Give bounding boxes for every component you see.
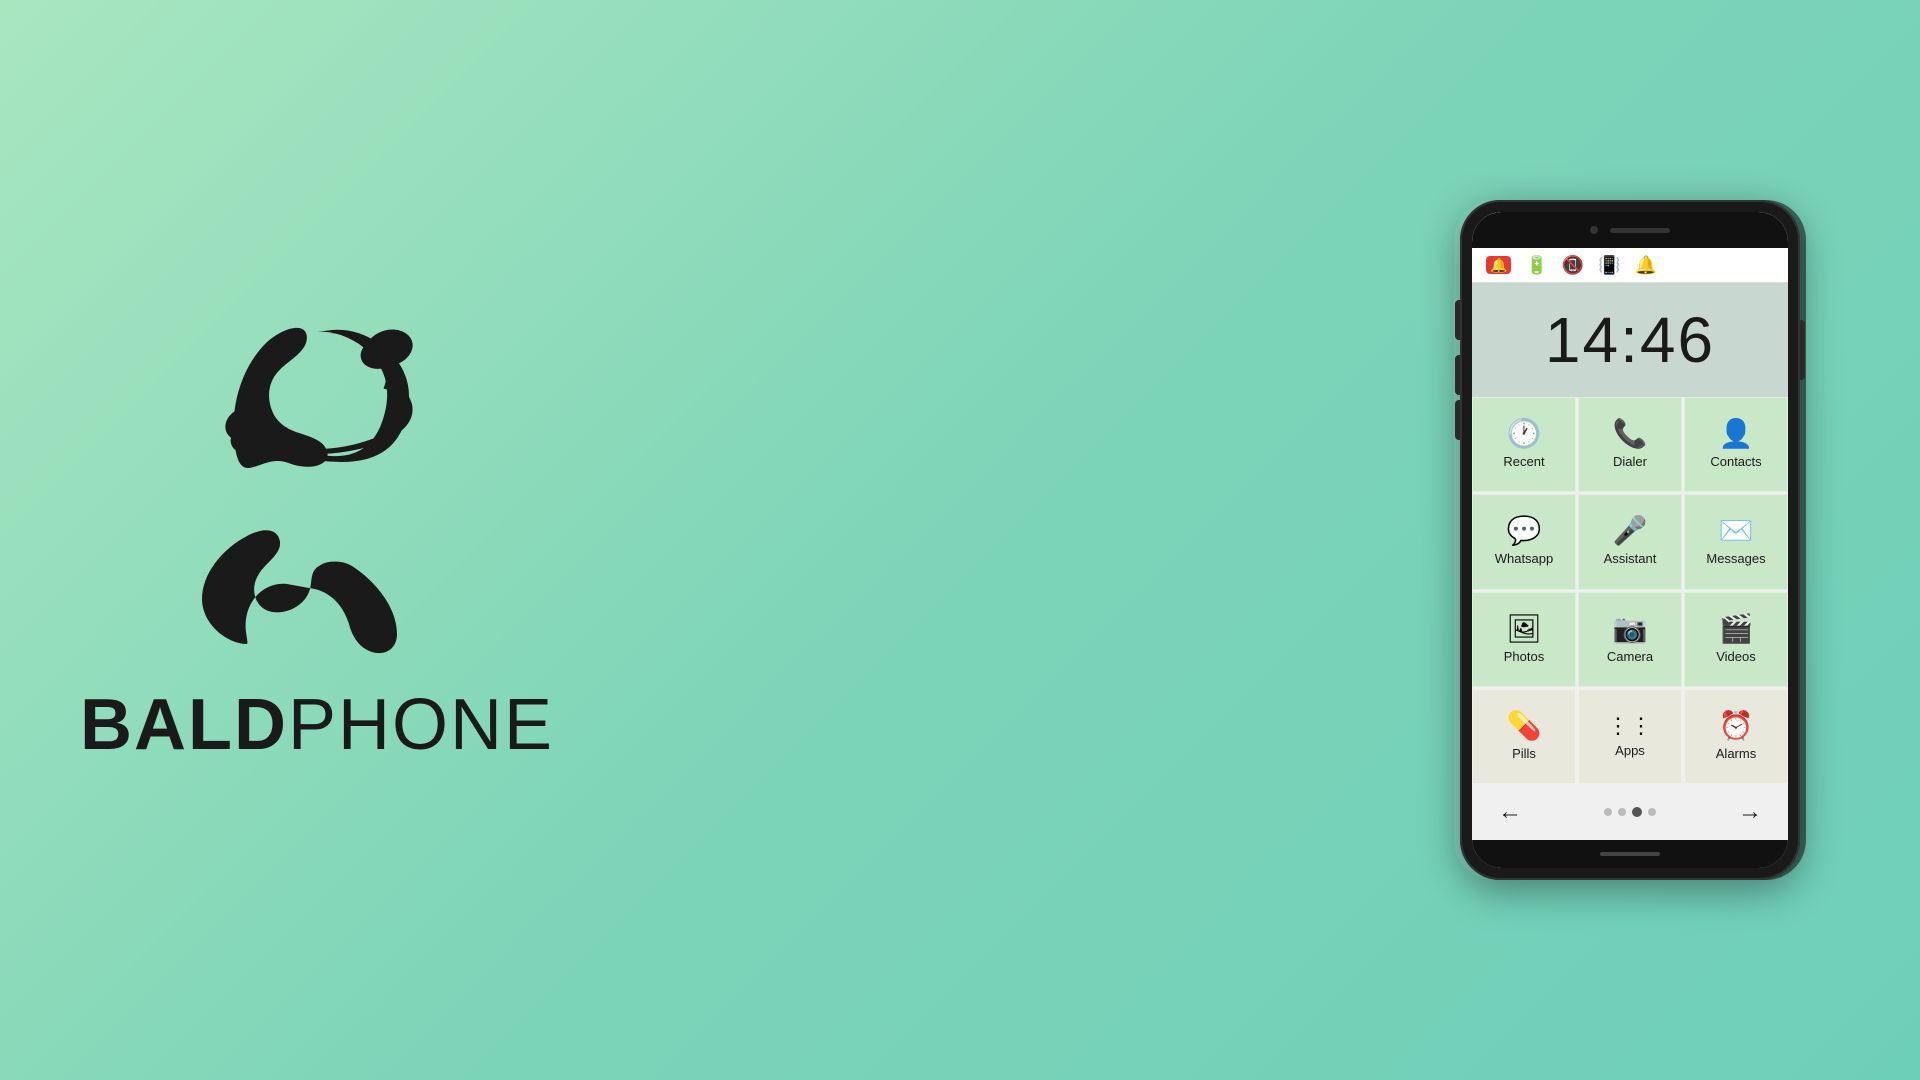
app-camera[interactable]: 📷 Camera [1578,592,1682,687]
app-assistant[interactable]: 🎤 Assistant [1578,494,1682,589]
app-contacts[interactable]: 👤 Contacts [1684,397,1788,492]
phone-handset-icon [197,314,437,474]
nav-dot-4 [1648,808,1656,816]
speaker-bar [1610,228,1670,233]
brand-bold: BALD [80,685,288,765]
alarms-label: Alarms [1716,746,1756,761]
app-pills[interactable]: 💊 Pills [1472,689,1576,784]
app-photos[interactable]: 🖼 Photos [1472,592,1576,687]
dialer-label: Dialer [1613,454,1647,469]
whatsapp-label: Whatsapp [1495,551,1554,566]
phone-nav: ← → [1472,784,1788,840]
back-arrow[interactable]: ← [1482,794,1538,830]
logo-section: BALDPHONE [80,314,554,766]
contacts-icon: 👤 [1719,420,1754,448]
app-alarms[interactable]: ⏰ Alarms [1684,689,1788,784]
dialer-icon: 📞 [1613,420,1648,448]
assistant-icon: 🎤 [1613,517,1648,545]
handset-logo-icon [187,494,447,664]
messages-icon: ✉️ [1719,517,1754,545]
app-whatsapp[interactable]: 💬 Whatsapp [1472,494,1576,589]
photos-label: Photos [1504,649,1544,664]
alarms-icon: ⏰ [1719,712,1754,740]
clock-display: 14:46 [1472,283,1788,397]
camera-label: Camera [1607,649,1653,664]
messages-label: Messages [1706,551,1765,566]
app-videos[interactable]: 🎬 Videos [1684,592,1788,687]
phone-screen: 🔔 🔋 📵 📳 🔔 14:46 🕐 Recent 📞 Dialer [1472,212,1788,868]
status-bar: 🔔 🔋 📵 📳 🔔 [1472,248,1788,283]
no-signal-icon: 📵 [1562,256,1584,274]
brand-name: BALDPHONE [80,684,554,766]
nav-dot-2 [1618,808,1626,816]
camera-dot [1590,226,1598,234]
app-messages[interactable]: ✉️ Messages [1684,494,1788,589]
phone-bottom-bar [1472,840,1788,868]
home-indicator [1600,852,1660,856]
clock-time: 14:46 [1492,303,1768,377]
recent-icon: 🕐 [1507,420,1542,448]
phone-top-bar [1472,212,1788,248]
battery-icon: 🔋 [1525,256,1547,274]
nav-dot-1 [1604,808,1612,816]
pills-label: Pills [1512,746,1536,761]
apps-grid-icon: ⋮⋮ [1607,715,1653,737]
app-dialer[interactable]: 📞 Dialer [1578,397,1682,492]
videos-label: Videos [1716,649,1756,664]
phone-device: 🔔 🔋 📵 📳 🔔 14:46 🕐 Recent 📞 Dialer [1460,200,1800,880]
contacts-label: Contacts [1710,454,1761,469]
forward-arrow[interactable]: → [1722,794,1778,830]
camera-icon: 📷 [1613,615,1648,643]
photos-icon: 🖼 [1506,615,1542,643]
apps-label: Apps [1615,743,1645,758]
nav-dot-3-active [1632,807,1642,817]
bell-icon: 🔔 [1635,256,1657,274]
alert-icon: 🔔 [1486,256,1511,274]
app-apps[interactable]: ⋮⋮ Apps [1578,689,1682,784]
videos-icon: 🎬 [1719,615,1754,643]
nav-dots [1604,807,1656,817]
brand-light: PHONE [288,685,554,765]
pills-icon: 💊 [1507,712,1542,740]
app-recent[interactable]: 🕐 Recent [1472,397,1576,492]
vibrate-icon: 📳 [1598,256,1620,274]
whatsapp-icon: 💬 [1507,517,1542,545]
recent-label: Recent [1503,454,1544,469]
app-grid: 🕐 Recent 📞 Dialer 👤 Contacts 💬 Whatsapp [1472,397,1788,784]
phone-mockup: 🔔 🔋 📵 📳 🔔 14:46 🕐 Recent 📞 Dialer [1460,200,1800,880]
assistant-label: Assistant [1604,551,1657,566]
